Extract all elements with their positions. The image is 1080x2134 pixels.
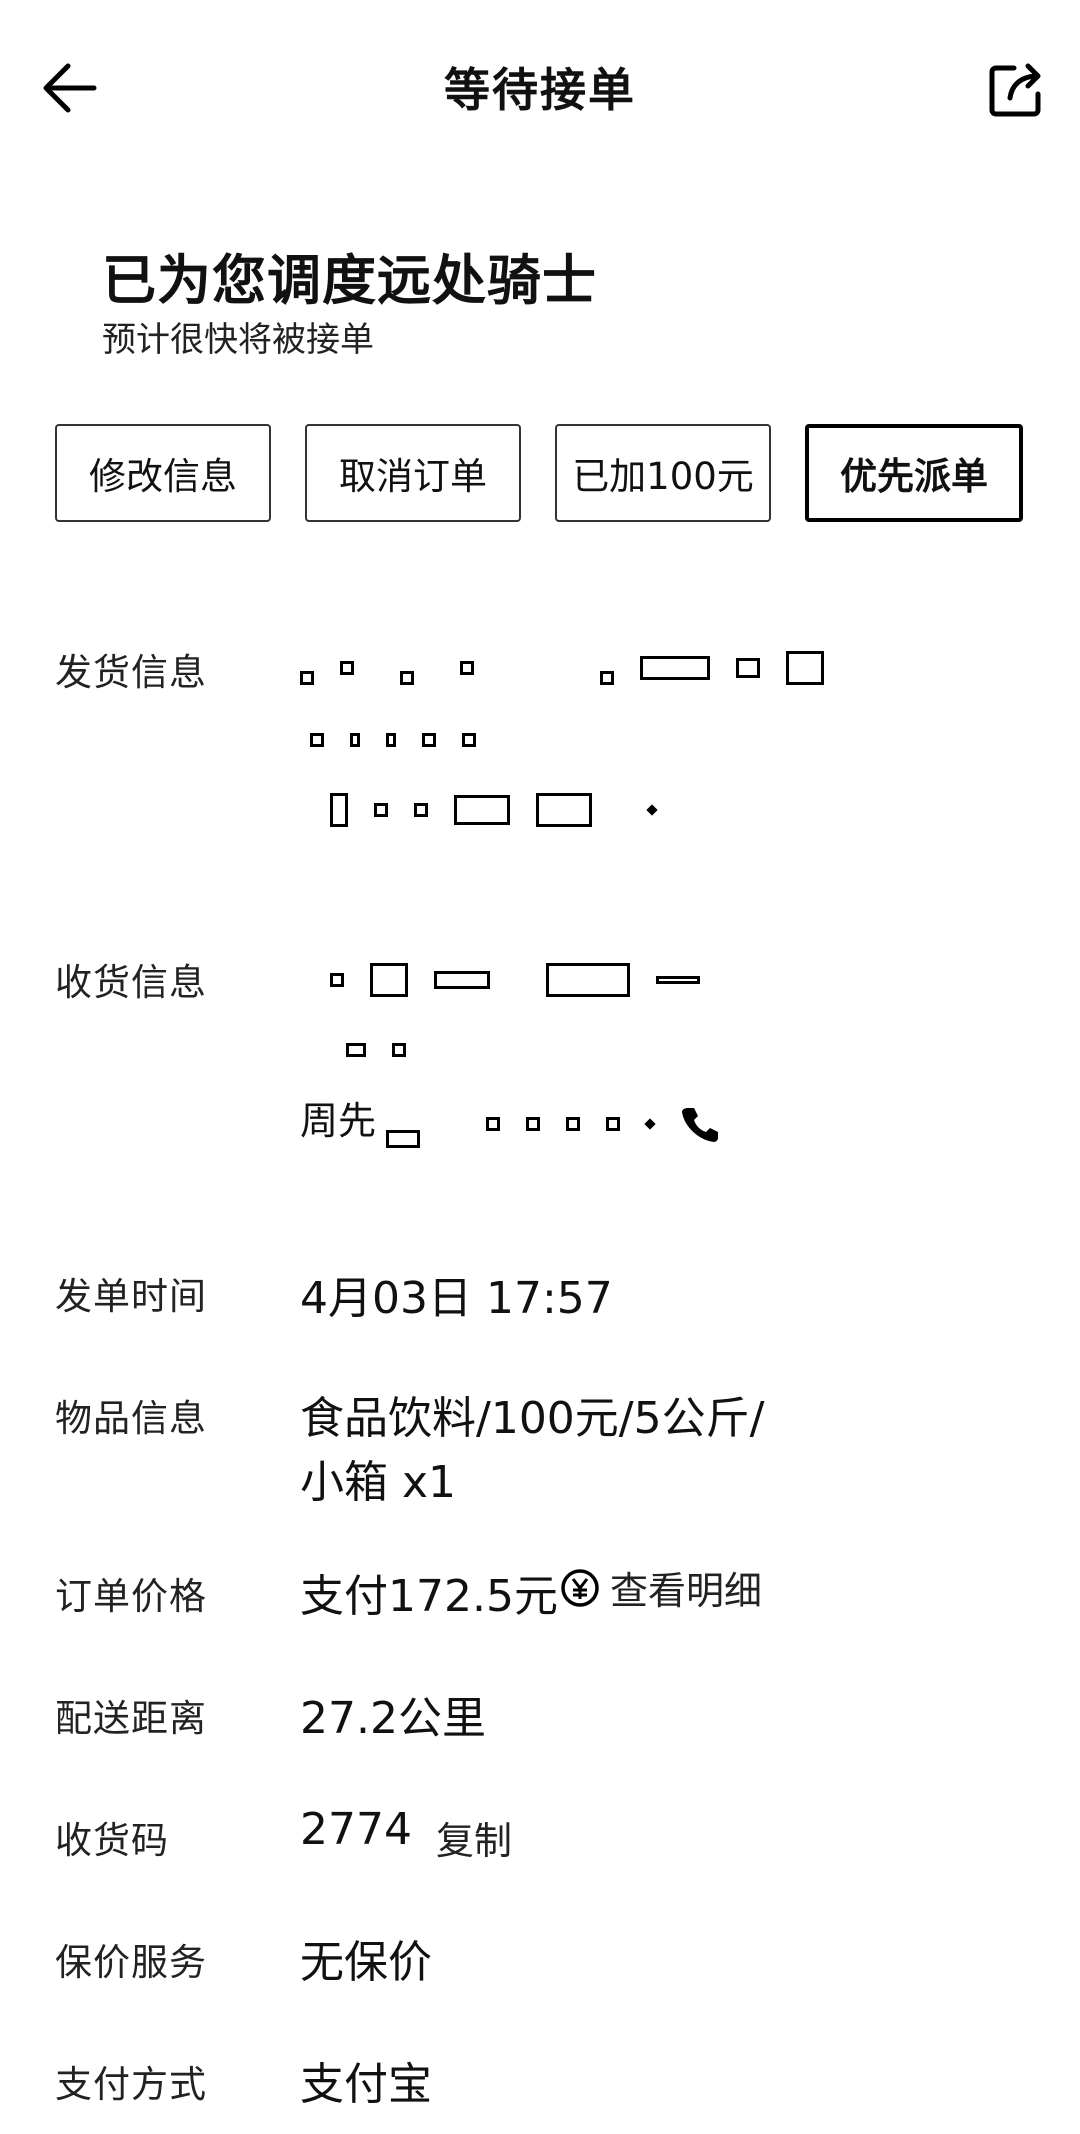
price-detail-link[interactable]: 查看明细 [560, 1560, 762, 1615]
receiver-contact: 周先 [300, 1090, 376, 1145]
redacted-block [656, 976, 700, 984]
receiver-name-prefix: 周先 [300, 1099, 377, 1143]
status-title: 已为您调度远处骑士 [102, 249, 597, 312]
insurance-label: 保价服务 [55, 1941, 207, 1984]
redacted-block [640, 656, 710, 680]
order-time-value: 4月03日 17:57 [300, 1273, 613, 1324]
redacted-block [370, 963, 408, 997]
redacted-block [566, 1117, 580, 1131]
redacted-block [414, 803, 428, 817]
order-detail-page: 等待接单 已为您调度远处骑士 预计很快将被接单 修改信息 取消订单 已加100元… [0, 0, 1080, 2134]
add-tip-button[interactable]: 已加100元 [555, 424, 771, 522]
receiver-address-redacted-2 [346, 1030, 406, 1070]
sender-contact-redacted [330, 790, 658, 830]
payment-label: 支付方式 [55, 2063, 207, 2106]
redacted-block [386, 733, 396, 747]
redacted-block [460, 661, 474, 675]
redacted-block [434, 971, 490, 989]
redacted-dot [644, 1118, 656, 1130]
payment-value: 支付宝 [300, 2059, 432, 2110]
receiver-label: 收货信息 [55, 961, 207, 1004]
redacted-block [330, 793, 348, 827]
redacted-block [786, 651, 824, 685]
page-title: 等待接单 [444, 63, 636, 117]
receipt-code-label: 收货码 [55, 1819, 169, 1862]
redacted-block [350, 733, 360, 747]
goods-value-line1: 食品饮料/100元/5公斤/ [300, 1393, 765, 1444]
redacted-block [606, 1117, 620, 1131]
share-icon [989, 63, 1041, 117]
header: 等待接单 [0, 0, 1080, 180]
share-button[interactable] [980, 54, 1052, 126]
status-subtitle: 预计很快将被接单 [102, 320, 374, 360]
receiver-phone-redacted [386, 1104, 720, 1148]
redacted-block [736, 658, 760, 678]
sender-address-redacted [300, 648, 824, 688]
distance-value: 27.2公里 [300, 1693, 486, 1744]
redacted-block [300, 671, 314, 685]
distance-label: 配送距离 [55, 1697, 207, 1740]
phone-icon[interactable] [680, 1104, 720, 1144]
price-value: 支付172.5元 [300, 1571, 558, 1622]
insurance-value: 无保价 [300, 1937, 432, 1988]
redacted-block [546, 963, 630, 997]
action-bar: 修改信息 取消订单 已加100元 优先派单 [55, 424, 1025, 524]
copy-button[interactable]: 复制 [436, 1810, 512, 1865]
order-time-label: 发单时间 [55, 1275, 207, 1318]
goods-value-line2: 小箱 x1 [300, 1457, 457, 1508]
goods-label: 物品信息 [55, 1397, 207, 1440]
price-label: 订单价格 [55, 1575, 207, 1618]
priority-dispatch-button[interactable]: 优先派单 [805, 424, 1023, 522]
redacted-block [310, 733, 324, 747]
redacted-block [600, 671, 614, 685]
redacted-block [462, 733, 476, 747]
cancel-order-button[interactable]: 取消订单 [305, 424, 521, 522]
sender-address-redacted-2 [310, 720, 476, 760]
redacted-block [536, 793, 592, 827]
redacted-block [400, 671, 414, 685]
yuan-coin-icon [561, 1568, 599, 1607]
redacted-block [330, 973, 344, 987]
redacted-block [454, 795, 510, 825]
redacted-block [346, 1043, 366, 1057]
redacted-block [526, 1117, 540, 1131]
receipt-code-value: 2774 [300, 1804, 412, 1855]
redacted-block [486, 1117, 500, 1131]
price-detail-label: 查看明细 [610, 1569, 763, 1613]
receiver-address-redacted [330, 960, 700, 1000]
redacted-block [374, 803, 388, 817]
redacted-block [392, 1043, 406, 1057]
redacted-block [340, 661, 354, 675]
redacted-block [386, 1130, 420, 1148]
edit-info-button[interactable]: 修改信息 [55, 424, 271, 522]
redacted-dot [646, 804, 658, 816]
redacted-block [422, 733, 436, 747]
sender-label: 发货信息 [55, 651, 207, 694]
